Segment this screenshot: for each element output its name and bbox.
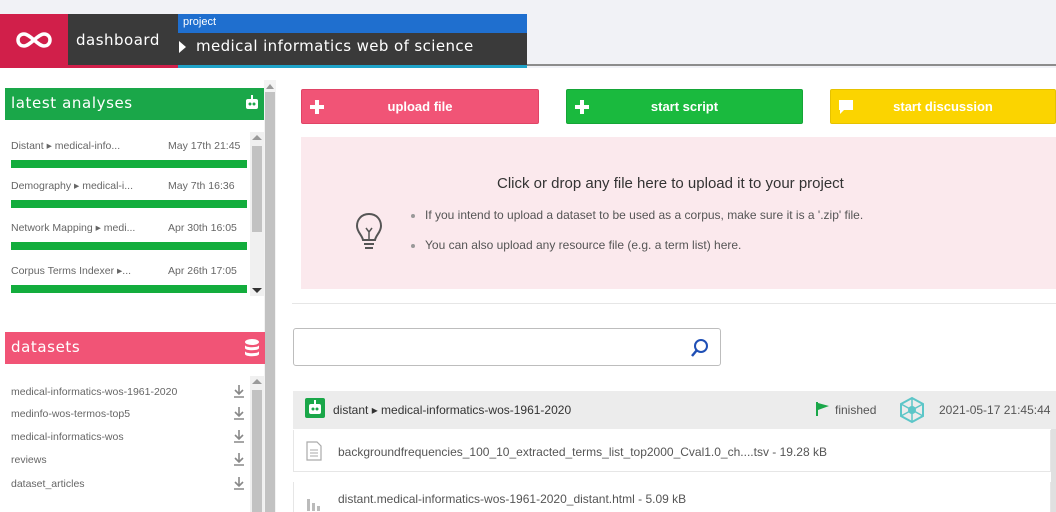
result-title[interactable]: distant ▸ medical-informatics-wos-1961-2… (333, 403, 571, 417)
analysis-item[interactable]: Network Mapping ▸ medi... Apr 30th 16:05 (8, 222, 248, 262)
scroll-up-icon[interactable] (252, 135, 262, 140)
robot-icon (305, 398, 325, 418)
top-bar: dashboard project medical informatics we… (0, 0, 1056, 68)
analysis-date: Apr 26th 17:05 (168, 265, 237, 277)
start-script-label[interactable]: start script (567, 99, 802, 114)
analysis-item[interactable]: Distant ▸ medical-info... May 17th 21:45 (8, 140, 248, 180)
analysis-name[interactable]: Distant ▸ medical-info... (11, 140, 120, 152)
caret-right-icon (179, 41, 186, 53)
analysis-item[interactable]: Corpus Terms Indexer ▸... Apr 26th 17:05 (8, 265, 248, 305)
download-icon[interactable] (232, 476, 246, 490)
dataset-item[interactable]: dataset_articles (8, 476, 248, 498)
dataset-item[interactable]: medinfo-wos-termos-top5 (8, 406, 248, 428)
scroll-up-icon[interactable] (266, 84, 274, 89)
datasets-title: datasets (11, 338, 81, 356)
results-scrollbar[interactable] (1051, 429, 1056, 512)
download-icon[interactable] (232, 406, 246, 420)
dropzone-bullet: If you intend to upload a dataset to be … (411, 208, 863, 222)
analysis-item[interactable]: Demography ▸ medical-i... May 7th 16:36 (8, 180, 248, 220)
download-icon[interactable] (232, 384, 246, 398)
scroll-thumb[interactable] (252, 390, 262, 512)
database-icon (243, 338, 261, 357)
dropzone-title: Click or drop any file here to upload it… (497, 175, 844, 192)
analysis-progress-bar (11, 242, 247, 250)
search-icon[interactable] (690, 338, 710, 358)
dataset-name[interactable]: reviews (11, 454, 47, 466)
analysis-progress-bar (11, 160, 247, 168)
bullet-dot (411, 243, 415, 248)
infinity-logo-icon[interactable] (0, 14, 68, 65)
flag-icon (815, 401, 831, 417)
file-row[interactable]: distant.medical-informatics-wos-1961-202… (293, 482, 1051, 512)
dashboard-label[interactable]: dashboard (76, 31, 160, 49)
dashboard-underline (0, 65, 178, 68)
result-date: 2021-05-17 21:45:44 (939, 403, 1051, 417)
dataset-item[interactable]: reviews (8, 452, 248, 474)
dataset-name[interactable]: medinfo-wos-termos-top5 (11, 408, 130, 420)
latest-analyses-header: latest analyses (5, 88, 265, 120)
scroll-thumb[interactable] (252, 146, 262, 232)
download-icon[interactable] (232, 429, 246, 443)
dropzone-bullet: You can also upload any resource file (e… (411, 238, 741, 252)
upload-file-label[interactable]: upload file (302, 99, 538, 114)
analysis-name[interactable]: Network Mapping ▸ medi... (11, 222, 135, 234)
file-name[interactable]: distant.medical-informatics-wos-1961-202… (338, 492, 686, 506)
project-caption-bar: project (178, 14, 527, 33)
robot-icon (243, 94, 261, 112)
bullet-dot (411, 213, 415, 218)
datasets-header: datasets (5, 332, 265, 364)
bullet-text: You can also upload any resource file (e… (425, 238, 742, 252)
left-panel-scrollbar[interactable] (264, 80, 276, 512)
scroll-down-icon[interactable] (252, 288, 262, 293)
download-icon[interactable] (232, 452, 246, 466)
datasets-scrollbar[interactable] (250, 376, 264, 512)
section-divider (292, 303, 1056, 304)
project-underline (178, 65, 527, 68)
dataset-item[interactable]: medical-informatics-wos-1961-2020 (8, 384, 248, 406)
dashboard-tab[interactable]: dashboard (0, 14, 178, 68)
search-box[interactable] (293, 328, 721, 366)
analysis-date: Apr 30th 16:05 (168, 222, 237, 234)
status-badge: finished (835, 403, 877, 417)
dataset-name[interactable]: medical-informatics-wos-1961-2020 (11, 386, 177, 398)
start-script-button[interactable]: start script (566, 89, 803, 124)
top-bar-divider (527, 64, 1056, 66)
latest-analyses-scrollbar[interactable] (250, 132, 264, 296)
bullet-text: If you intend to upload a dataset to be … (425, 208, 864, 222)
dataset-name[interactable]: dataset_articles (11, 478, 85, 490)
lightbulb-icon (354, 211, 384, 251)
analysis-date: May 7th 16:36 (168, 180, 235, 192)
left-panel: latest analyses Distant ▸ medical-info..… (0, 80, 280, 512)
analysis-result-header[interactable]: distant ▸ medical-informatics-wos-1961-2… (293, 391, 1056, 429)
scroll-thumb[interactable] (265, 92, 275, 512)
avatar (897, 395, 927, 425)
bar-chart-file-icon (306, 493, 322, 512)
scroll-up-icon[interactable] (252, 379, 262, 384)
file-row[interactable]: backgroundfrequencies_100_10_extracted_t… (293, 430, 1051, 472)
analysis-progress-bar (11, 200, 247, 208)
analysis-progress-bar (11, 285, 247, 293)
dataset-name[interactable]: medical-informatics-wos (11, 431, 124, 443)
start-discussion-button[interactable]: start discussion (830, 89, 1056, 124)
analysis-date: May 17th 21:45 (168, 140, 241, 152)
project-caption: project (183, 16, 217, 28)
start-discussion-label[interactable]: start discussion (831, 99, 1055, 114)
upload-file-button[interactable]: upload file (301, 89, 539, 124)
file-icon (306, 441, 322, 461)
dataset-item[interactable]: medical-informatics-wos (8, 429, 248, 451)
file-name[interactable]: backgroundfrequencies_100_10_extracted_t… (338, 445, 827, 459)
project-tab[interactable]: project medical informatics web of scien… (178, 14, 527, 68)
search-input[interactable] (302, 337, 672, 357)
project-name[interactable]: medical informatics web of science (196, 37, 474, 55)
latest-analyses-title: latest analyses (11, 94, 133, 112)
analysis-name[interactable]: Demography ▸ medical-i... (11, 180, 133, 192)
upload-dropzone[interactable]: Click or drop any file here to upload it… (301, 137, 1056, 289)
analysis-name[interactable]: Corpus Terms Indexer ▸... (11, 265, 131, 277)
